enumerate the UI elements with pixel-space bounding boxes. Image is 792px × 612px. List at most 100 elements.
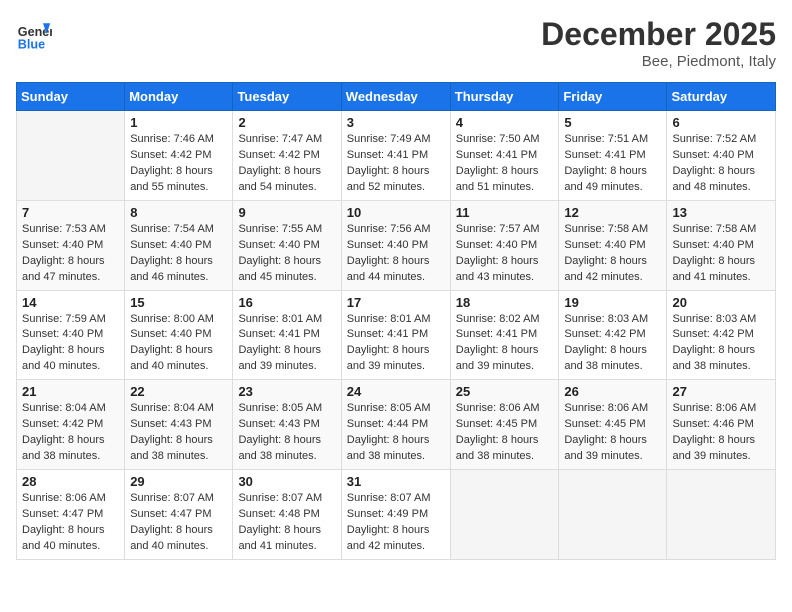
cell-info: Sunrise: 7:59 AMSunset: 4:40 PMDaylight:…	[22, 312, 119, 376]
calendar-cell: 22 Sunrise: 8:04 AMSunset: 4:43 PMDayligh…	[125, 380, 233, 470]
calendar-cell: 10 Sunrise: 7:56 AMSunset: 4:40 PMDayligh…	[341, 200, 450, 290]
day-number: 5	[564, 115, 661, 130]
calendar-cell: 18 Sunrise: 8:02 AMSunset: 4:41 PMDayligh…	[450, 290, 559, 380]
day-header-saturday: Saturday	[667, 83, 776, 111]
cell-info: Sunrise: 7:57 AMSunset: 4:40 PMDaylight:…	[456, 222, 554, 286]
day-number: 20	[672, 295, 770, 310]
calendar-cell: 29Sunrise: 8:07 AMSunset: 4:47 PMDayligh…	[125, 470, 233, 560]
calendar-cell: 9Sunrise: 7:55 AMSunset: 4:40 PMDaylight…	[233, 200, 341, 290]
cell-info: Sunrise: 7:49 AMSunset: 4:41 PMDaylight:…	[347, 132, 445, 196]
day-header-wednesday: Wednesday	[341, 83, 450, 111]
day-header-tuesday: Tuesday	[233, 83, 341, 111]
calendar-cell: 4 Sunrise: 7:50 AMSunset: 4:41 PMDaylight…	[450, 111, 559, 201]
day-number: 10	[347, 205, 445, 220]
month-title: December 2025	[541, 16, 776, 53]
calendar-cell: 21Sunrise: 8:04 AMSunset: 4:42 PMDayligh…	[17, 380, 125, 470]
cell-info: Sunrise: 7:58 AMSunset: 4:40 PMDaylight:…	[672, 222, 770, 286]
calendar-week-0: 1 Sunrise: 7:46 AMSunset: 4:42 PMDaylight…	[17, 111, 776, 201]
calendar-cell: 6Sunrise: 7:52 AMSunset: 4:40 PMDaylight…	[667, 111, 776, 201]
cell-info: Sunrise: 7:51 AMSunset: 4:41 PMDaylight:…	[564, 132, 661, 196]
cell-info: Sunrise: 7:58 AMSunset: 4:40 PMDaylight:…	[564, 222, 661, 286]
calendar-cell: 31 Sunrise: 8:07 AMSunset: 4:49 PMDayligh…	[341, 470, 450, 560]
day-number: 14	[22, 295, 119, 310]
calendar-cell: 30 Sunrise: 8:07 AMSunset: 4:48 PMDayligh…	[233, 470, 341, 560]
cell-info: Sunrise: 8:02 AMSunset: 4:41 PMDaylight:…	[456, 312, 554, 376]
day-number: 8	[130, 205, 227, 220]
calendar-cell: 23 Sunrise: 8:05 AMSunset: 4:43 PMDayligh…	[233, 380, 341, 470]
calendar-week-1: 7 Sunrise: 7:53 AMSunset: 4:40 PMDaylight…	[17, 200, 776, 290]
cell-info: Sunrise: 8:06 AMSunset: 4:45 PMDaylight:…	[564, 401, 661, 465]
calendar-cell	[559, 470, 667, 560]
calendar-cell	[17, 111, 125, 201]
cell-info: Sunrise: 8:03 AMSunset: 4:42 PMDaylight:…	[564, 312, 661, 376]
calendar-cell: 7 Sunrise: 7:53 AMSunset: 4:40 PMDaylight…	[17, 200, 125, 290]
calendar-cell: 2Sunrise: 7:47 AMSunset: 4:42 PMDaylight…	[233, 111, 341, 201]
cell-info: Sunrise: 8:01 AMSunset: 4:41 PMDaylight:…	[347, 312, 445, 376]
location: Bee, Piedmont, Italy	[541, 53, 776, 70]
day-number: 28	[22, 474, 119, 489]
cell-info: Sunrise: 7:50 AMSunset: 4:41 PMDaylight:…	[456, 132, 554, 196]
calendar-body: 1 Sunrise: 7:46 AMSunset: 4:42 PMDaylight…	[17, 111, 776, 560]
cell-info: Sunrise: 8:06 AMSunset: 4:45 PMDaylight:…	[456, 401, 554, 465]
day-header-thursday: Thursday	[450, 83, 559, 111]
calendar-table: SundayMondayTuesdayWednesdayThursdayFrid…	[16, 82, 776, 560]
logo-icon: General Blue	[16, 16, 52, 52]
day-header-friday: Friday	[559, 83, 667, 111]
day-number: 7	[22, 205, 119, 220]
day-number: 15	[130, 295, 227, 310]
day-number: 30	[238, 474, 335, 489]
day-number: 27	[672, 384, 770, 399]
calendar-week-2: 14 Sunrise: 7:59 AMSunset: 4:40 PMDayligh…	[17, 290, 776, 380]
calendar-cell: 1 Sunrise: 7:46 AMSunset: 4:42 PMDaylight…	[125, 111, 233, 201]
calendar-cell: 14 Sunrise: 7:59 AMSunset: 4:40 PMDayligh…	[17, 290, 125, 380]
cell-info: Sunrise: 8:03 AMSunset: 4:42 PMDaylight:…	[672, 312, 770, 376]
day-number: 16	[238, 295, 335, 310]
day-number: 18	[456, 295, 554, 310]
cell-info: Sunrise: 7:54 AMSunset: 4:40 PMDaylight:…	[130, 222, 227, 286]
day-number: 24	[347, 384, 445, 399]
calendar-cell: 27Sunrise: 8:06 AMSunset: 4:46 PMDayligh…	[667, 380, 776, 470]
day-number: 1	[130, 115, 227, 130]
calendar-cell: 12Sunrise: 7:58 AMSunset: 4:40 PMDayligh…	[559, 200, 667, 290]
day-number: 25	[456, 384, 554, 399]
cell-info: Sunrise: 8:05 AMSunset: 4:43 PMDaylight:…	[238, 401, 335, 465]
cell-info: Sunrise: 7:56 AMSunset: 4:40 PMDaylight:…	[347, 222, 445, 286]
day-header-sunday: Sunday	[17, 83, 125, 111]
calendar-cell: 28 Sunrise: 8:06 AMSunset: 4:47 PMDayligh…	[17, 470, 125, 560]
cell-info: Sunrise: 7:52 AMSunset: 4:40 PMDaylight:…	[672, 132, 770, 196]
calendar-cell: 5 Sunrise: 7:51 AMSunset: 4:41 PMDaylight…	[559, 111, 667, 201]
cell-info: Sunrise: 8:01 AMSunset: 4:41 PMDaylight:…	[238, 312, 335, 376]
calendar-header-row: SundayMondayTuesdayWednesdayThursdayFrid…	[17, 83, 776, 111]
cell-info: Sunrise: 8:05 AMSunset: 4:44 PMDaylight:…	[347, 401, 445, 465]
day-number: 29	[130, 474, 227, 489]
calendar-cell: 19Sunrise: 8:03 AMSunset: 4:42 PMDayligh…	[559, 290, 667, 380]
day-number: 2	[238, 115, 335, 130]
cell-info: Sunrise: 8:06 AMSunset: 4:47 PMDaylight:…	[22, 491, 119, 555]
cell-info: Sunrise: 7:46 AMSunset: 4:42 PMDaylight:…	[130, 132, 227, 196]
cell-info: Sunrise: 8:07 AMSunset: 4:48 PMDaylight:…	[238, 491, 335, 555]
day-number: 3	[347, 115, 445, 130]
day-number: 31	[347, 474, 445, 489]
cell-info: Sunrise: 7:53 AMSunset: 4:40 PMDaylight:…	[22, 222, 119, 286]
day-number: 17	[347, 295, 445, 310]
day-number: 11	[456, 205, 554, 220]
cell-info: Sunrise: 7:55 AMSunset: 4:40 PMDaylight:…	[238, 222, 335, 286]
day-number: 26	[564, 384, 661, 399]
day-number: 13	[672, 205, 770, 220]
calendar-cell: 20 Sunrise: 8:03 AMSunset: 4:42 PMDayligh…	[667, 290, 776, 380]
cell-info: Sunrise: 8:07 AMSunset: 4:49 PMDaylight:…	[347, 491, 445, 555]
calendar-cell: 16 Sunrise: 8:01 AMSunset: 4:41 PMDayligh…	[233, 290, 341, 380]
calendar-cell: 17 Sunrise: 8:01 AMSunset: 4:41 PMDayligh…	[341, 290, 450, 380]
day-number: 4	[456, 115, 554, 130]
title-block: December 2025 Bee, Piedmont, Italy	[541, 16, 776, 70]
calendar-cell: 8 Sunrise: 7:54 AMSunset: 4:40 PMDaylight…	[125, 200, 233, 290]
calendar-cell: 24 Sunrise: 8:05 AMSunset: 4:44 PMDayligh…	[341, 380, 450, 470]
calendar-cell	[667, 470, 776, 560]
cell-info: Sunrise: 8:04 AMSunset: 4:43 PMDaylight:…	[130, 401, 227, 465]
logo: General Blue	[16, 16, 52, 52]
svg-text:Blue: Blue	[18, 37, 45, 51]
calendar-cell: 15Sunrise: 8:00 AMSunset: 4:40 PMDayligh…	[125, 290, 233, 380]
calendar-cell: 3 Sunrise: 7:49 AMSunset: 4:41 PMDaylight…	[341, 111, 450, 201]
day-number: 22	[130, 384, 227, 399]
day-number: 23	[238, 384, 335, 399]
